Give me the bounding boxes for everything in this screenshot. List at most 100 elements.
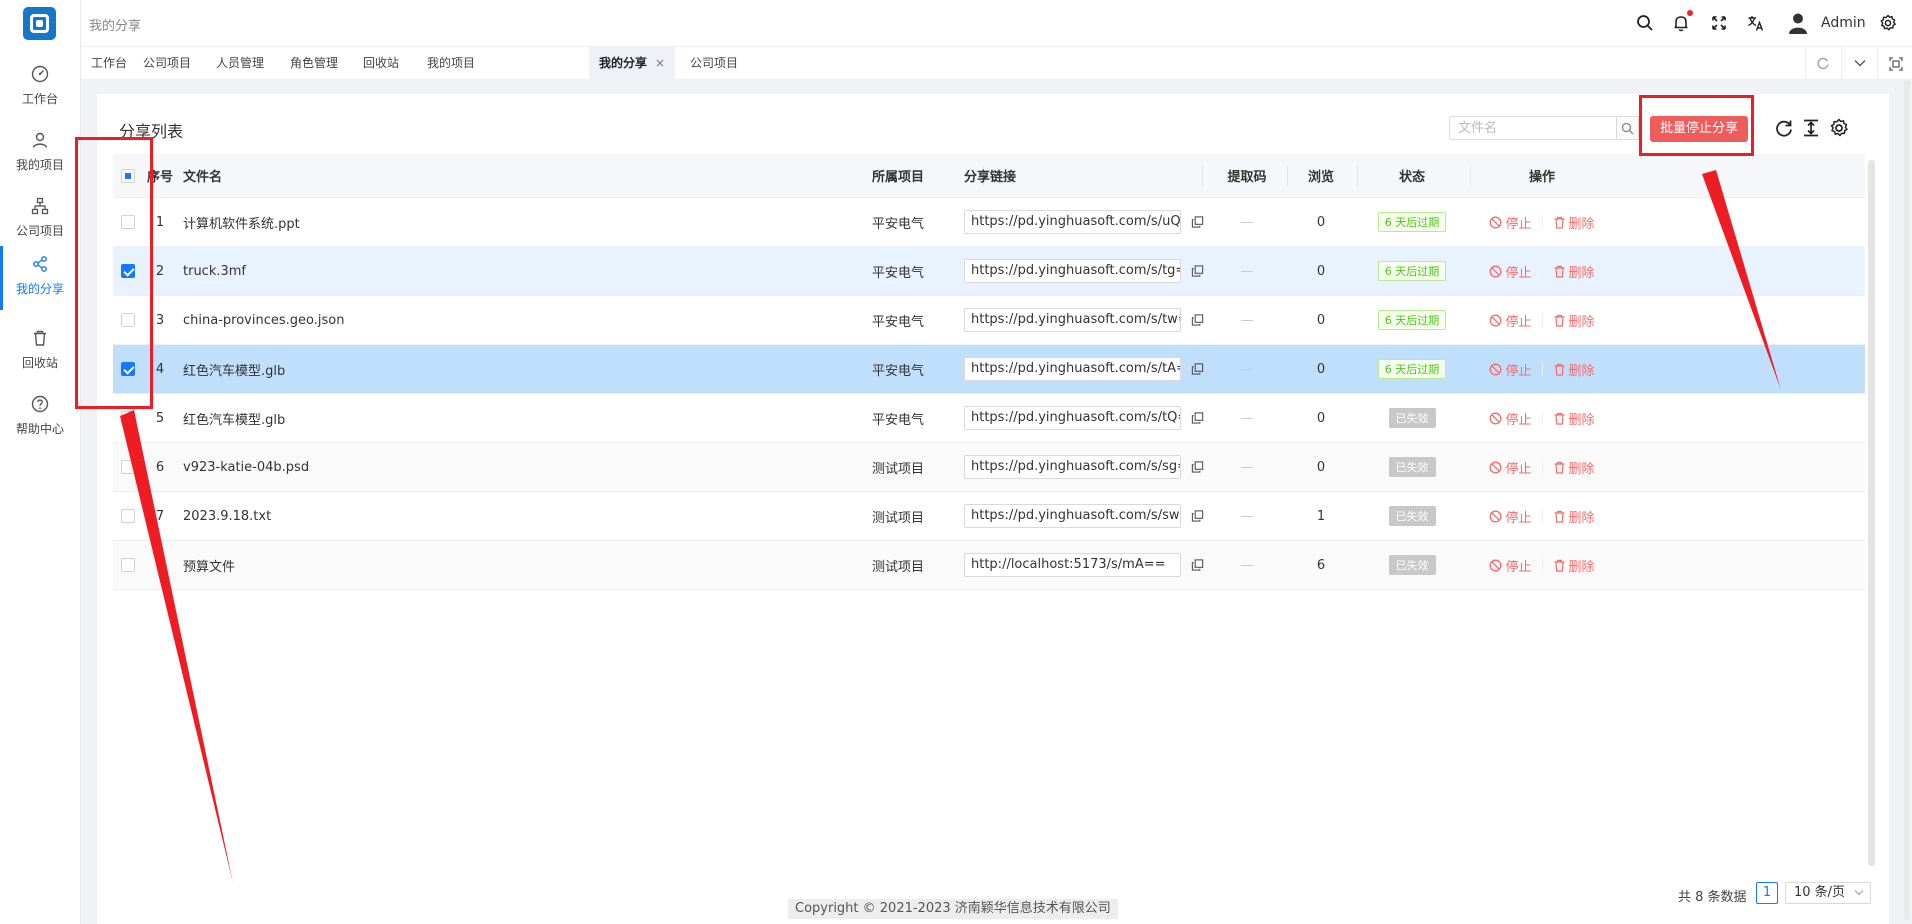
avatar[interactable] xyxy=(1786,11,1810,35)
table-row[interactable]: 5 红色汽车模型.glb 平安电气 https://pd.yinghuasoft.co… xyxy=(113,394,1865,443)
stop-share-button[interactable]: 停止 xyxy=(1489,360,1532,379)
tab-bar: 工作台 公司项目 人员管理 角色管理 回收站 我的项目 我的分享 × 公司项目 xyxy=(81,47,1912,80)
share-link-field[interactable]: https://pd.yinghuasoft.com/s/tQ== xyxy=(964,406,1181,430)
row-checkbox[interactable] xyxy=(113,198,143,246)
share-link-field[interactable]: https://pd.yinghuasoft.com/s/sw== xyxy=(964,504,1181,528)
row-checkbox[interactable] xyxy=(113,345,143,393)
row-checkbox[interactable] xyxy=(113,247,143,295)
pagination-page-1[interactable]: 1 xyxy=(1756,882,1778,904)
tab-company-projects[interactable]: 公司项目 xyxy=(133,47,201,80)
tab-role-management[interactable]: 角色管理 xyxy=(280,47,348,80)
copy-icon[interactable] xyxy=(1191,215,1204,229)
user-name[interactable]: Admin xyxy=(1821,15,1866,31)
settings-icon[interactable] xyxy=(1828,117,1850,139)
delete-label: 删除 xyxy=(1568,216,1595,232)
row-extract-code: — xyxy=(1240,508,1254,524)
copy-icon[interactable] xyxy=(1191,411,1204,425)
batch-stop-share-button[interactable]: 批量停止分享 xyxy=(1650,116,1748,142)
row-filename: truck.3mf xyxy=(183,263,247,279)
stop-label: 停止 xyxy=(1505,510,1532,526)
table-row[interactable]: 4 红色汽车模型.glb 平安电气 https://pd.yinghuasoft.co… xyxy=(113,345,1865,394)
status-badge: 6 天后过期 xyxy=(1377,212,1447,232)
col-index: 序号 xyxy=(146,170,173,185)
sidebar-item-company-projects[interactable]: 公司项目 xyxy=(0,188,80,252)
share-link-field[interactable]: https://pd.yinghuasoft.com/s/tw== xyxy=(964,308,1181,332)
sidebar-item-my-projects[interactable]: 我的项目 xyxy=(0,122,80,186)
col-project: 所属项目 xyxy=(871,170,924,185)
select-all-checkbox[interactable] xyxy=(113,154,143,197)
row-checkbox[interactable] xyxy=(113,492,143,540)
filename-search-input[interactable] xyxy=(1449,116,1617,140)
notification-bell[interactable] xyxy=(1671,10,1693,33)
table-row[interactable]: 3 china-provinces.geo.json 平安电气 https://pd.… xyxy=(113,296,1865,345)
sidebar-item-label: 回收站 xyxy=(21,356,58,370)
user-icon xyxy=(32,132,48,148)
tab-close-button[interactable]: × xyxy=(655,56,665,70)
tab-maximize-button[interactable] xyxy=(1877,47,1912,80)
translate-icon[interactable] xyxy=(1746,13,1766,33)
copy-icon[interactable] xyxy=(1191,558,1204,572)
tab-dropdown-button[interactable] xyxy=(1841,47,1877,80)
tab-company-projects-2[interactable]: 公司项目 xyxy=(680,47,748,80)
share-link-field[interactable]: http://localhost:5173/s/mA== xyxy=(964,553,1181,577)
delete-share-button[interactable]: 删除 xyxy=(1553,409,1595,428)
share-link-field[interactable]: https://pd.yinghuasoft.com/s/tg== xyxy=(964,259,1181,283)
top-header: 我的分享 Admin xyxy=(81,0,1912,47)
trash-icon xyxy=(1554,412,1564,425)
delete-share-button[interactable]: 删除 xyxy=(1553,213,1595,232)
stop-share-button[interactable]: 停止 xyxy=(1489,458,1532,477)
row-checkbox[interactable] xyxy=(113,296,143,344)
row-checkbox[interactable] xyxy=(113,443,143,491)
row-checkbox[interactable] xyxy=(113,394,143,442)
copy-icon[interactable] xyxy=(1191,509,1204,523)
stop-share-button[interactable]: 停止 xyxy=(1489,262,1532,281)
stop-share-button[interactable]: 停止 xyxy=(1489,409,1532,428)
stop-share-button[interactable]: 停止 xyxy=(1489,311,1532,330)
refresh-icon[interactable] xyxy=(1773,117,1795,139)
share-link-field[interactable]: https://pd.yinghuasoft.com/s/uQ== xyxy=(964,210,1181,234)
table-row[interactable]: 2 truck.3mf 平安电气 https://pd.yinghuasoft.com… xyxy=(113,247,1865,296)
table-row[interactable]: 1 计算机软件系统.ppt 平安电气 https://pd.yinghuasoft.c… xyxy=(113,198,1865,247)
share-link-field[interactable]: https://pd.yinghuasoft.com/s/sg== xyxy=(964,455,1181,479)
page-size-select[interactable]: 10 条/页 xyxy=(1785,882,1871,904)
sidebar-item-recycle-bin[interactable]: 回收站 xyxy=(0,320,80,384)
gear-icon[interactable] xyxy=(1878,13,1898,33)
delete-share-button[interactable]: 删除 xyxy=(1553,556,1595,575)
fullscreen-icon[interactable] xyxy=(1709,13,1729,33)
tab-workbench[interactable]: 工作台 xyxy=(81,47,137,80)
sidebar-item-workbench[interactable]: 工作台 xyxy=(0,56,80,120)
delete-share-button[interactable]: 删除 xyxy=(1553,360,1595,379)
app-logo[interactable] xyxy=(23,7,56,40)
search-button[interactable] xyxy=(1617,116,1639,140)
stop-share-button[interactable]: 停止 xyxy=(1489,213,1532,232)
copy-icon[interactable] xyxy=(1191,264,1204,278)
row-filename: 预算文件 xyxy=(183,559,236,575)
sidebar-item-my-shares[interactable]: 我的分享 xyxy=(0,246,80,310)
stop-share-button[interactable]: 停止 xyxy=(1489,556,1532,575)
delete-share-button[interactable]: 删除 xyxy=(1553,311,1595,330)
copy-icon[interactable] xyxy=(1191,313,1204,327)
tab-my-projects[interactable]: 我的项目 xyxy=(417,47,485,80)
copy-icon[interactable] xyxy=(1191,362,1204,376)
table-row[interactable]: 8 预算文件 测试项目 http://localhost:5173/s/mA== — 6 已… xyxy=(113,541,1865,590)
stop-share-button[interactable]: 停止 xyxy=(1489,507,1532,526)
delete-share-button[interactable]: 删除 xyxy=(1553,507,1595,526)
page-scrollbar[interactable] xyxy=(1904,80,1910,920)
sidebar-item-help-center[interactable]: 帮助中心 xyxy=(0,386,80,450)
table-row[interactable]: 6 v923-katie-04b.psd 测试项目 https://pd.yinghu… xyxy=(113,443,1865,492)
share-link-field[interactable]: https://pd.yinghuasoft.com/s/tA== xyxy=(964,357,1181,381)
tab-refresh-button[interactable] xyxy=(1805,47,1841,80)
tab-recycle-bin[interactable]: 回收站 xyxy=(353,47,409,80)
copy-icon[interactable] xyxy=(1191,460,1204,474)
table-scrollbar[interactable] xyxy=(1868,160,1875,866)
page-title: 分享列表 xyxy=(119,122,184,141)
delete-share-button[interactable]: 删除 xyxy=(1553,262,1595,281)
row-checkbox[interactable] xyxy=(113,541,143,589)
delete-share-button[interactable]: 删除 xyxy=(1553,458,1595,477)
tab-my-shares[interactable]: 我的分享 × xyxy=(589,47,676,80)
search-icon[interactable] xyxy=(1635,13,1655,33)
table-row[interactable]: 7 2023.9.18.txt 测试项目 https://pd.yinghuasoft… xyxy=(113,492,1865,541)
tab-staff-management[interactable]: 人员管理 xyxy=(206,47,274,80)
column-height-icon[interactable] xyxy=(1800,117,1822,139)
stop-label: 停止 xyxy=(1505,265,1532,281)
